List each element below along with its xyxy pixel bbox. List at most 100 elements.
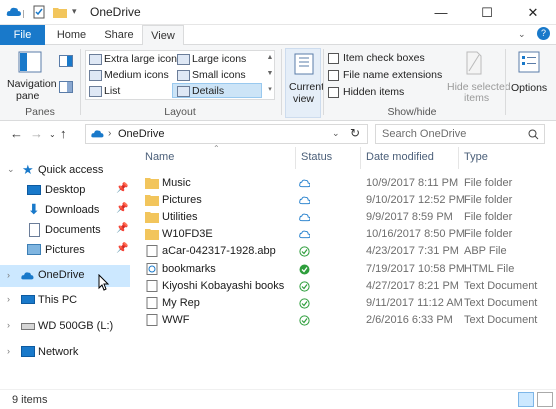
- file-date: 4/23/2017 7:31 PM: [366, 245, 459, 258]
- new-folder-icon[interactable]: [52, 5, 68, 19]
- column-header-name[interactable]: Name: [145, 151, 174, 163]
- table-row[interactable]: Music 10/9/2017 8:11 PM File folder: [138, 175, 556, 192]
- html-file-icon: [146, 262, 158, 275]
- file-name: Pictures: [162, 194, 202, 207]
- table-row[interactable]: Kiyoshi Kobayashi books 4/27/2017 8:21 PM…: [138, 278, 556, 295]
- current-view-button[interactable]: Current view: [285, 48, 324, 118]
- table-row[interactable]: Pictures 9/10/2017 12:52 PM File folder: [138, 192, 556, 209]
- nav-item-this-pc[interactable]: › This PC: [0, 291, 130, 311]
- drive-icon: [21, 323, 35, 330]
- chevron-right-icon[interactable]: ›: [7, 270, 10, 280]
- back-arrow-icon[interactable]: ←: [10, 126, 23, 141]
- search-input[interactable]: Search OneDrive: [375, 124, 545, 144]
- tab-file[interactable]: File: [0, 25, 45, 45]
- column-header-status[interactable]: Status: [301, 151, 332, 163]
- nav-item-documents[interactable]: Documents 📌: [0, 221, 130, 241]
- item-checkboxes-checkbox[interactable]: [328, 53, 339, 64]
- nav-item-downloads[interactable]: ⬇ Downloads 📌: [0, 201, 130, 221]
- file-date: 10/16/2017 8:50 PM: [366, 228, 466, 241]
- pin-icon[interactable]: 📌: [116, 183, 128, 194]
- check-icon: [299, 298, 310, 309]
- hidden-items-checkbox[interactable]: [328, 87, 339, 98]
- pictures-icon: [27, 244, 41, 255]
- pin-icon[interactable]: 📌: [116, 203, 128, 214]
- minimize-button[interactable]: —: [418, 0, 464, 25]
- table-row[interactable]: W10FD3E 10/16/2017 8:50 PM File folder: [138, 226, 556, 243]
- nav-item-desktop[interactable]: Desktop 📌: [0, 181, 130, 201]
- help-icon[interactable]: ?: [537, 27, 550, 40]
- column-header-type[interactable]: Type: [464, 151, 488, 163]
- maximize-button[interactable]: ☐: [464, 0, 510, 25]
- details-view-icon[interactable]: [518, 392, 534, 407]
- layout-extra-large-icons[interactable]: Extra large icons: [104, 53, 182, 65]
- nav-item-network[interactable]: › Network: [0, 343, 130, 363]
- table-row[interactable]: bookmarks 7/19/2017 10:58 PM HTML File: [138, 261, 556, 278]
- address-bar[interactable]: › OneDrive ⌄ ↻: [85, 124, 368, 144]
- layout-group-label: Layout: [164, 106, 196, 118]
- file-type: File folder: [464, 177, 513, 189]
- file-icon: [146, 313, 158, 326]
- tab-view[interactable]: View: [142, 25, 184, 46]
- navigation-pane-icon: [18, 51, 42, 73]
- customize-qat-icon[interactable]: ▾: [72, 6, 77, 17]
- file-list: ⌃ Name Status Date modified Type Music 10…: [138, 144, 556, 389]
- breadcrumb-onedrive[interactable]: OneDrive: [118, 128, 164, 140]
- status-bar: 9 items: [0, 389, 556, 409]
- options-button[interactable]: Options: [506, 49, 552, 105]
- refresh-icon[interactable]: ↻: [350, 126, 360, 140]
- file-name-extensions-checkbox[interactable]: [328, 70, 339, 81]
- column-header-date-modified[interactable]: Date modified: [366, 151, 434, 163]
- layout-list[interactable]: List: [104, 85, 120, 97]
- show-hide-group-label: Show/hide: [387, 106, 437, 118]
- file-icon: [146, 245, 158, 258]
- ribbon: Navigation pane Panes Extra large icons …: [0, 45, 556, 121]
- nav-item-quick-access[interactable]: ⌄ ★ Quick access: [0, 161, 130, 181]
- file-name: Utilities: [162, 211, 198, 224]
- large-icons-view-icon[interactable]: [537, 392, 553, 407]
- pin-icon[interactable]: 📌: [116, 243, 128, 254]
- file-name: aCar-042317-1928.abp: [162, 245, 276, 258]
- file-type: File folder: [464, 194, 513, 207]
- layout-scroll-arrows[interactable]: ▲ ▼ ▾: [265, 50, 275, 100]
- nav-item-pictures[interactable]: Pictures 📌: [0, 241, 130, 261]
- file-date: 7/19/2017 10:58 PM: [366, 262, 466, 275]
- properties-icon[interactable]: [32, 5, 48, 19]
- address-dropdown-icon[interactable]: ⌄: [332, 128, 340, 139]
- preview-pane-icon[interactable]: [59, 55, 73, 67]
- chevron-down-icon[interactable]: ⌄: [518, 29, 526, 40]
- small-icons-icon: [177, 70, 190, 81]
- navigation-pane: ⌄ ★ Quick access Desktop 📌 ⬇ Downloads 📌…: [0, 147, 135, 389]
- layout-medium-icons[interactable]: Medium icons: [104, 69, 169, 81]
- layout-details[interactable]: Details: [192, 85, 224, 97]
- close-button[interactable]: ✕: [510, 0, 556, 25]
- table-row[interactable]: WWF 2/6/2016 6:33 PM Text Document: [138, 312, 556, 329]
- recent-locations-icon[interactable]: ⌄: [49, 130, 56, 139]
- navigation-pane-button[interactable]: Navigation pane: [4, 51, 57, 102]
- chevron-right-icon[interactable]: ›: [7, 320, 10, 330]
- layout-large-icons[interactable]: Large icons: [192, 53, 246, 65]
- tab-share[interactable]: Share: [98, 25, 140, 45]
- chevron-right-icon[interactable]: ›: [7, 346, 10, 356]
- file-type: Text Document: [464, 296, 538, 309]
- pin-icon[interactable]: 📌: [116, 223, 128, 234]
- chevron-down-icon[interactable]: ⌄: [7, 164, 15, 175]
- medium-icons-icon: [89, 70, 102, 81]
- chevron-right-icon[interactable]: ›: [7, 294, 10, 304]
- item-count: 9 items: [12, 394, 48, 406]
- check-icon: [299, 315, 310, 326]
- network-icon: [21, 346, 35, 357]
- breadcrumb-separator-icon[interactable]: ›: [108, 128, 111, 139]
- hide-selected-items-button[interactable]: Hide selected items: [447, 49, 511, 104]
- details-pane-icon[interactable]: [59, 81, 73, 93]
- file-icon: [146, 296, 158, 309]
- table-row[interactable]: aCar-042317-1928.abp 4/23/2017 7:31 PM ABP…: [138, 243, 556, 260]
- nav-item-wd-drive[interactable]: › WD 500GB (L:): [0, 317, 130, 337]
- up-arrow-icon[interactable]: ↑: [60, 126, 67, 141]
- forward-arrow-icon[interactable]: →: [30, 126, 43, 141]
- nav-item-onedrive[interactable]: › OneDrive: [0, 265, 130, 287]
- layout-small-icons[interactable]: Small icons: [192, 69, 246, 81]
- current-view-icon: [294, 53, 314, 75]
- table-row[interactable]: Utilities 9/9/2017 8:59 PM File folder: [138, 209, 556, 226]
- tab-home[interactable]: Home: [49, 25, 94, 45]
- table-row[interactable]: My Rep 9/11/2017 11:12 AM Text Document: [138, 295, 556, 312]
